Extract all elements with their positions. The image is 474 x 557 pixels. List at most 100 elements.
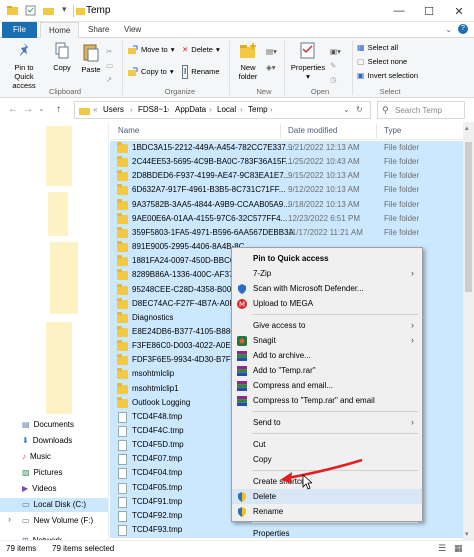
file-row[interactable]: 2C44EE53-5695-4C9B-BA0C-783F36A15F... 1/2…	[110, 155, 463, 171]
properties-button[interactable]: Properties ▾	[288, 41, 328, 81]
maximize-button[interactable]: ☐	[414, 0, 444, 22]
up-arrow-icon[interactable]: ↑	[56, 104, 61, 115]
menu-item-scan-with-microsoft-defender[interactable]: Scan with Microsoft Defender...	[232, 281, 422, 296]
select-group-label: Select	[379, 87, 401, 96]
edit-button[interactable]: ✎	[330, 60, 336, 72]
refresh-icon[interactable]: ↻	[356, 105, 363, 114]
blurred-region	[46, 126, 72, 186]
file-row[interactable]: 9A37582B-3AA5-4844-A9B9-CCAAB05A9... 9/18…	[110, 197, 463, 213]
vertical-scrollbar[interactable]: ▴ ▾	[463, 122, 474, 540]
breadcrumb-local[interactable]: Local	[217, 105, 236, 114]
paste-shortcut-button[interactable]: ↗	[106, 74, 112, 86]
menu-item-7-zip[interactable]: 7-Zip ›	[232, 266, 422, 281]
file-row[interactable]: 6D632A7-917F-4961-B3B5-8C731C71FF... 9/12…	[110, 183, 463, 199]
menu-item-upload-to-mega[interactable]: M Upload to MEGA	[232, 296, 422, 311]
move-to-button[interactable]: Move to ▾	[128, 44, 174, 56]
copy-to-label: Copy to	[141, 67, 167, 76]
help-icon[interactable]: ?	[458, 24, 468, 34]
select-all-button[interactable]: ▦ Select all	[357, 42, 398, 54]
properties-quick-icon[interactable]	[24, 4, 37, 17]
delete-button[interactable]: ✕ Delete ▾	[182, 44, 220, 56]
menu-item-cut[interactable]: Cut	[232, 437, 422, 452]
menu-item-snagit[interactable]: Snagit ›	[232, 333, 422, 348]
large-icons-view-icon[interactable]: ▦	[454, 543, 463, 554]
file-name: TCD4F93.tmp	[132, 525, 183, 535]
file-icon	[118, 482, 127, 494]
paste-button[interactable]: Paste	[78, 41, 104, 74]
divider	[352, 41, 353, 95]
scroll-up-icon[interactable]: ▴	[465, 124, 469, 132]
copy-path-button[interactable]: ▭	[106, 60, 113, 72]
select-none-button[interactable]: ▢ Select none	[357, 56, 407, 68]
tab-share[interactable]: Share	[80, 22, 117, 38]
breadcrumb-appdata[interactable]: AppData	[175, 105, 206, 114]
breadcrumb-overflow-icon[interactable]: «	[93, 105, 97, 114]
scrollbar-thumb[interactable]	[465, 142, 472, 292]
forward-arrow-icon[interactable]: →	[23, 104, 33, 115]
tab-file[interactable]: File	[2, 22, 37, 38]
nav-item-4[interactable]: ▶ Videos	[22, 482, 56, 496]
cut-button[interactable]: ✂	[106, 46, 112, 58]
expand-chevron-icon[interactable]: ›	[8, 514, 11, 524]
column-type[interactable]: Type	[384, 126, 401, 135]
file-name: TCD4F5D.tmp	[132, 440, 184, 450]
music-icon: ♪	[22, 452, 26, 461]
file-row[interactable]: 359F5803-1FA5-4971-B596-6AA567DEBB3A 11/1…	[110, 225, 463, 241]
nav-item-6[interactable]: ▭ New Volume (F:)	[22, 514, 93, 528]
close-button[interactable]: ✕	[444, 0, 474, 22]
address-bar[interactable]: « Users › FDS8~1 › AppData › Local › Tem…	[74, 101, 371, 119]
menu-item-send-to[interactable]: Send to ›	[232, 415, 422, 430]
file-row[interactable]: 9AE00E6A-01AA-4155-97C6-32C577FF4... 12/2…	[110, 211, 463, 227]
recent-dropdown-icon[interactable]: ⌄	[38, 104, 45, 113]
breadcrumb-users[interactable]: Users	[103, 105, 124, 114]
breadcrumb-fds8[interactable]: FDS8~1	[138, 105, 168, 114]
invert-selection-button[interactable]: ▣ Invert selection	[357, 70, 418, 82]
menu-item-pin-to-quick-access[interactable]: Pin to Quick access	[232, 251, 422, 266]
new-folder-button[interactable]: New folder	[234, 41, 262, 81]
menu-item-compress-to-temp-rar-and-email[interactable]: Compress to "Temp.rar" and email	[232, 393, 422, 408]
open-button[interactable]: ▣▾	[330, 46, 341, 58]
nav-item-0[interactable]: ▤ Documents	[22, 418, 74, 432]
breadcrumb-temp[interactable]: Temp	[248, 105, 268, 114]
customize-qat-icon[interactable]: ▾	[62, 4, 67, 15]
scroll-down-icon[interactable]: ▾	[465, 530, 469, 538]
search-box[interactable]: ⚲ Search Temp	[377, 101, 465, 119]
menu-item-compress-and-email[interactable]: Compress and email...	[232, 378, 422, 393]
copy-button[interactable]: Copy	[50, 41, 74, 72]
pin-to-quick-access-button[interactable]: Pin to Quick access	[4, 41, 44, 90]
tab-home[interactable]: Home	[40, 22, 80, 39]
nav-item-1[interactable]: ⬇ Downloads	[22, 434, 72, 448]
menu-item-add-to-temp-rar[interactable]: Add to "Temp.rar"	[232, 363, 422, 378]
back-arrow-icon[interactable]: ←	[8, 104, 18, 115]
menu-item-label: Scan with Microsoft Defender...	[253, 284, 364, 293]
menu-item-rename[interactable]: Rename	[232, 504, 422, 519]
new-folder-quick-icon[interactable]	[42, 4, 55, 17]
easy-access-button[interactable]: ◈▾	[266, 62, 276, 74]
minimize-button[interactable]: —	[384, 0, 414, 22]
history-button[interactable]: ◷	[330, 74, 337, 86]
column-date-modified[interactable]: Date modified	[288, 126, 337, 135]
file-name: msohtmlclip	[132, 369, 175, 379]
tab-view[interactable]: View	[116, 22, 149, 38]
open-group-label: Open	[310, 87, 330, 96]
select-all-icon: ▦	[357, 43, 365, 52]
file-row[interactable]: 1BDC3A15-2212-449A-A454-782CC7E337... 9/2…	[110, 141, 463, 156]
history-icon: ◷	[330, 75, 337, 84]
nav-item-5[interactable]: ▭ Local Disk (C:)	[0, 498, 108, 512]
new-item-button[interactable]: ▤▾	[266, 46, 277, 58]
menu-item-add-to-archive[interactable]: Add to archive...	[232, 348, 422, 363]
address-dropdown-icon[interactable]: ⌄	[343, 105, 350, 114]
folder-title-icon	[76, 8, 85, 15]
nav-item-3[interactable]: ▨ Pictures	[22, 466, 62, 480]
item-count: 79 items	[6, 544, 37, 553]
copy-to-button[interactable]: Copy to ▾	[128, 66, 174, 78]
details-view-icon[interactable]: ☰	[438, 543, 446, 554]
menu-item-properties[interactable]: Properties	[232, 526, 422, 541]
column-name[interactable]: Name	[118, 126, 139, 135]
nav-item-2[interactable]: ♪ Music	[22, 450, 51, 464]
expand-ribbon-icon[interactable]: ⌄	[445, 25, 452, 34]
rename-button[interactable]: I Rename	[182, 65, 220, 79]
menu-item-give-access-to[interactable]: Give access to ›	[232, 318, 422, 333]
file-row[interactable]: 2D8BDED6-F937-4199-AE47-9C83EA1E7... 9/15…	[110, 169, 463, 185]
file-type: File folder	[384, 213, 420, 223]
